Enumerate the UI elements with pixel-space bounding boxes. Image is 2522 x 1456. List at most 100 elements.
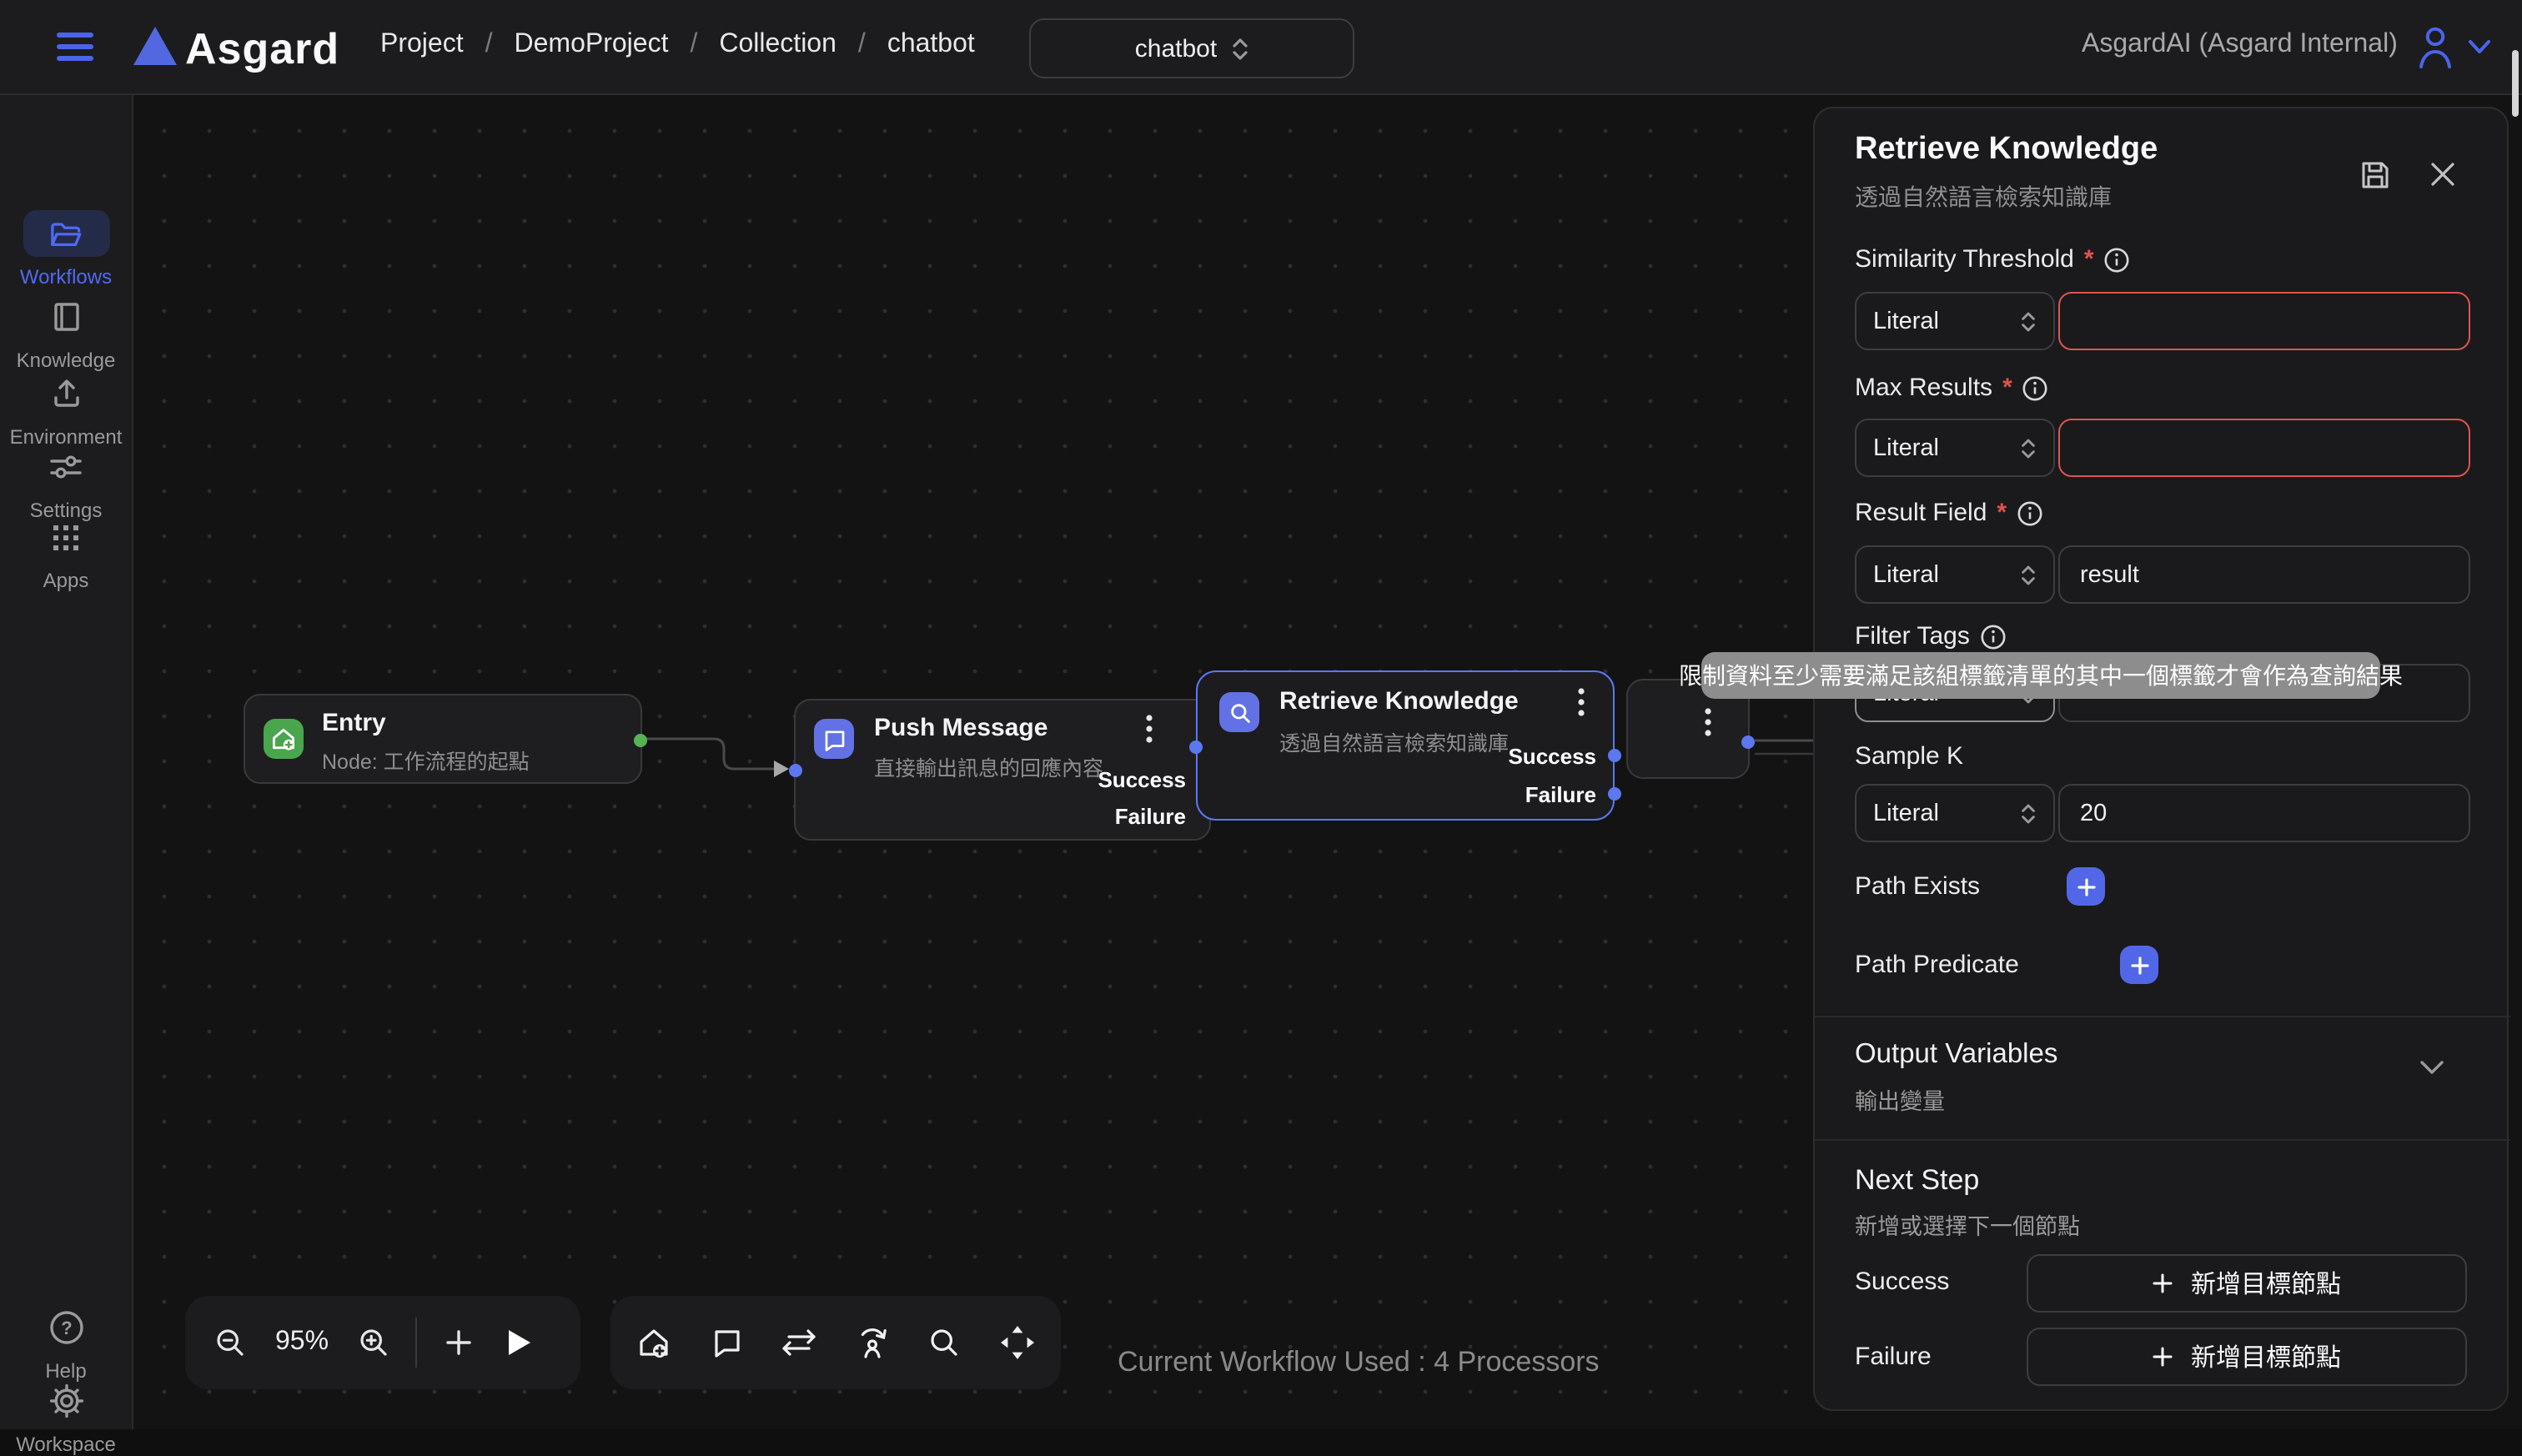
button-label: 新增目標節點 <box>2191 1266 2341 1301</box>
breadcrumb-item-chatbot[interactable]: chatbot <box>887 30 975 60</box>
node-push-message[interactable]: Push Message 直接輸出訊息的回應內容 Success Failure <box>794 699 1211 841</box>
apps-tile <box>23 514 109 560</box>
add-target-node-success-button[interactable]: 新增目標節點 <box>2027 1254 2467 1313</box>
broadcast-user-icon <box>853 1324 890 1361</box>
scrollbar-thumb[interactable] <box>2512 50 2519 117</box>
zoom-out-icon <box>214 1326 247 1359</box>
search-icon <box>1219 692 1259 732</box>
node-title: Push Message <box>874 714 1047 742</box>
push-message-tool-button[interactable] <box>699 1313 756 1373</box>
field-label-max-results: Max Results * <box>1855 374 2049 402</box>
toolbar-divider <box>415 1318 417 1368</box>
close-button[interactable] <box>2429 160 2457 188</box>
breadcrumb-item-collection[interactable]: Collection <box>719 30 836 60</box>
output-label-failure: Failure <box>1525 782 1596 807</box>
sample-k-input[interactable] <box>2058 784 2470 842</box>
sidebar-item-environment[interactable]: Environment <box>0 370 132 449</box>
panel-divider <box>1815 1016 2510 1017</box>
input-port[interactable] <box>1189 741 1203 754</box>
sidebar-item-workflows[interactable]: Workflows <box>0 210 132 289</box>
node-subtitle: 透過自然語言檢索知識庫 <box>1279 725 1509 757</box>
sidebar-item-settings[interactable]: Settings <box>0 444 132 522</box>
book-icon <box>49 300 83 334</box>
node-menu-kebab-icon[interactable] <box>1136 714 1163 744</box>
add-entry-node-button[interactable] <box>626 1313 683 1373</box>
sidebar-item-help[interactable]: ? Help <box>0 1304 132 1383</box>
button-label: 新增目標節點 <box>2191 1339 2341 1374</box>
output-variables-subtitle: 輸出變量 <box>1855 1082 1945 1116</box>
select-chevrons-icon <box>1230 36 1248 61</box>
info-icon[interactable] <box>2022 374 2049 401</box>
account-chevron-down-icon[interactable] <box>2467 38 2492 55</box>
breadcrumb-item-demoproject[interactable]: DemoProject <box>515 30 669 60</box>
value-type-select[interactable]: Literal <box>1855 292 2055 350</box>
value-type-select[interactable]: Literal <box>1855 784 2055 842</box>
add-path-exists-button[interactable] <box>2067 867 2105 906</box>
search-icon <box>927 1326 961 1359</box>
output-port[interactable] <box>1741 736 1755 749</box>
breadcrumb-item-project[interactable]: Project <box>380 30 464 60</box>
swap-tool-button[interactable] <box>771 1313 828 1373</box>
save-button[interactable] <box>2359 158 2392 192</box>
panel-subtitle: 透過自然語言檢索知識庫 <box>1855 180 2112 213</box>
result-field-input[interactable] <box>2058 545 2470 604</box>
search-tool-button[interactable] <box>916 1313 972 1373</box>
move-tool-button[interactable] <box>988 1313 1045 1373</box>
output-port-success[interactable] <box>1608 749 1621 762</box>
add-target-node-failure-button[interactable]: 新增目標節點 <box>2027 1328 2467 1386</box>
path-predicate-label: Path Predicate <box>1855 951 2019 979</box>
output-port-failure[interactable] <box>1608 787 1621 801</box>
workflow-select[interactable]: chatbot <box>1029 18 1354 78</box>
node-entry[interactable]: Entry Node: 工作流程的起點 <box>244 694 642 784</box>
info-icon[interactable] <box>2017 500 2043 526</box>
output-label-success: Success <box>1508 744 1596 769</box>
gear-icon <box>48 1383 84 1419</box>
next-step-success-label: Success <box>1855 1268 1949 1296</box>
sidebar-item-label: Workflows <box>20 265 112 289</box>
field-label-filter-tags: Filter Tags <box>1855 622 2007 650</box>
input-port[interactable] <box>789 764 802 777</box>
upload-icon <box>49 377 83 410</box>
add-path-predicate-button[interactable] <box>2120 946 2158 984</box>
output-port[interactable] <box>634 734 647 747</box>
close-icon <box>2429 160 2457 188</box>
node-title: Retrieve Knowledge <box>1279 687 1519 715</box>
breadcrumb-separator: / <box>690 30 697 60</box>
select-value: Literal <box>1873 561 1939 588</box>
max-results-input[interactable] <box>2058 419 2470 477</box>
run-button[interactable] <box>490 1313 547 1373</box>
sidebar-item-knowledge[interactable]: Knowledge <box>0 294 132 372</box>
node-menu-kebab-icon[interactable] <box>1568 687 1595 717</box>
logo-triangle-icon <box>133 27 177 65</box>
sliders-icon <box>48 452 83 482</box>
select-chevrons-icon <box>2020 309 2037 333</box>
user-icon[interactable] <box>2415 23 2455 68</box>
add-button[interactable] <box>430 1313 487 1373</box>
output-variables-title: Output Variables <box>1855 1039 2057 1071</box>
sidebar-item-workspace[interactable]: Workspace <box>0 1378 132 1456</box>
sidebar-item-label: Apps <box>43 569 89 592</box>
info-icon[interactable] <box>2104 246 2131 273</box>
breadcrumb-separator: / <box>858 30 866 60</box>
select-chevrons-icon <box>2020 563 2037 586</box>
node-retrieve-knowledge[interactable]: Retrieve Knowledge 透過自然語言檢索知識庫 Success F… <box>1196 670 1615 821</box>
value-type-select[interactable]: Literal <box>1855 419 2055 477</box>
swap-arrows-icon <box>780 1328 820 1358</box>
sidebar-item-apps[interactable]: Apps <box>0 514 132 592</box>
info-icon[interactable] <box>1980 623 2007 650</box>
hamburger-icon[interactable] <box>57 30 93 63</box>
filter-tags-tooltip: 限制資料至少需要滿足該組標籤清單的其中一個標籤才會作為查詢結果 <box>1701 652 2380 699</box>
zoom-out-button[interactable] <box>202 1313 259 1373</box>
broadcast-tool-button[interactable] <box>843 1313 900 1373</box>
field-label-text: Result Field <box>1855 499 1987 527</box>
settings-tile <box>23 444 109 490</box>
node-toolbar <box>610 1296 1061 1389</box>
value-type-select[interactable]: Literal <box>1855 545 2055 604</box>
output-variables-expand-button[interactable] <box>2419 1059 2445 1076</box>
zoom-in-button[interactable] <box>345 1313 402 1373</box>
plus-icon <box>2153 1273 2174 1294</box>
field-label-text: Max Results <box>1855 374 1992 402</box>
output-label-failure: Failure <box>1115 804 1186 829</box>
node-menu-kebab-icon[interactable] <box>1695 707 1721 737</box>
similarity-threshold-input[interactable] <box>2058 292 2470 350</box>
